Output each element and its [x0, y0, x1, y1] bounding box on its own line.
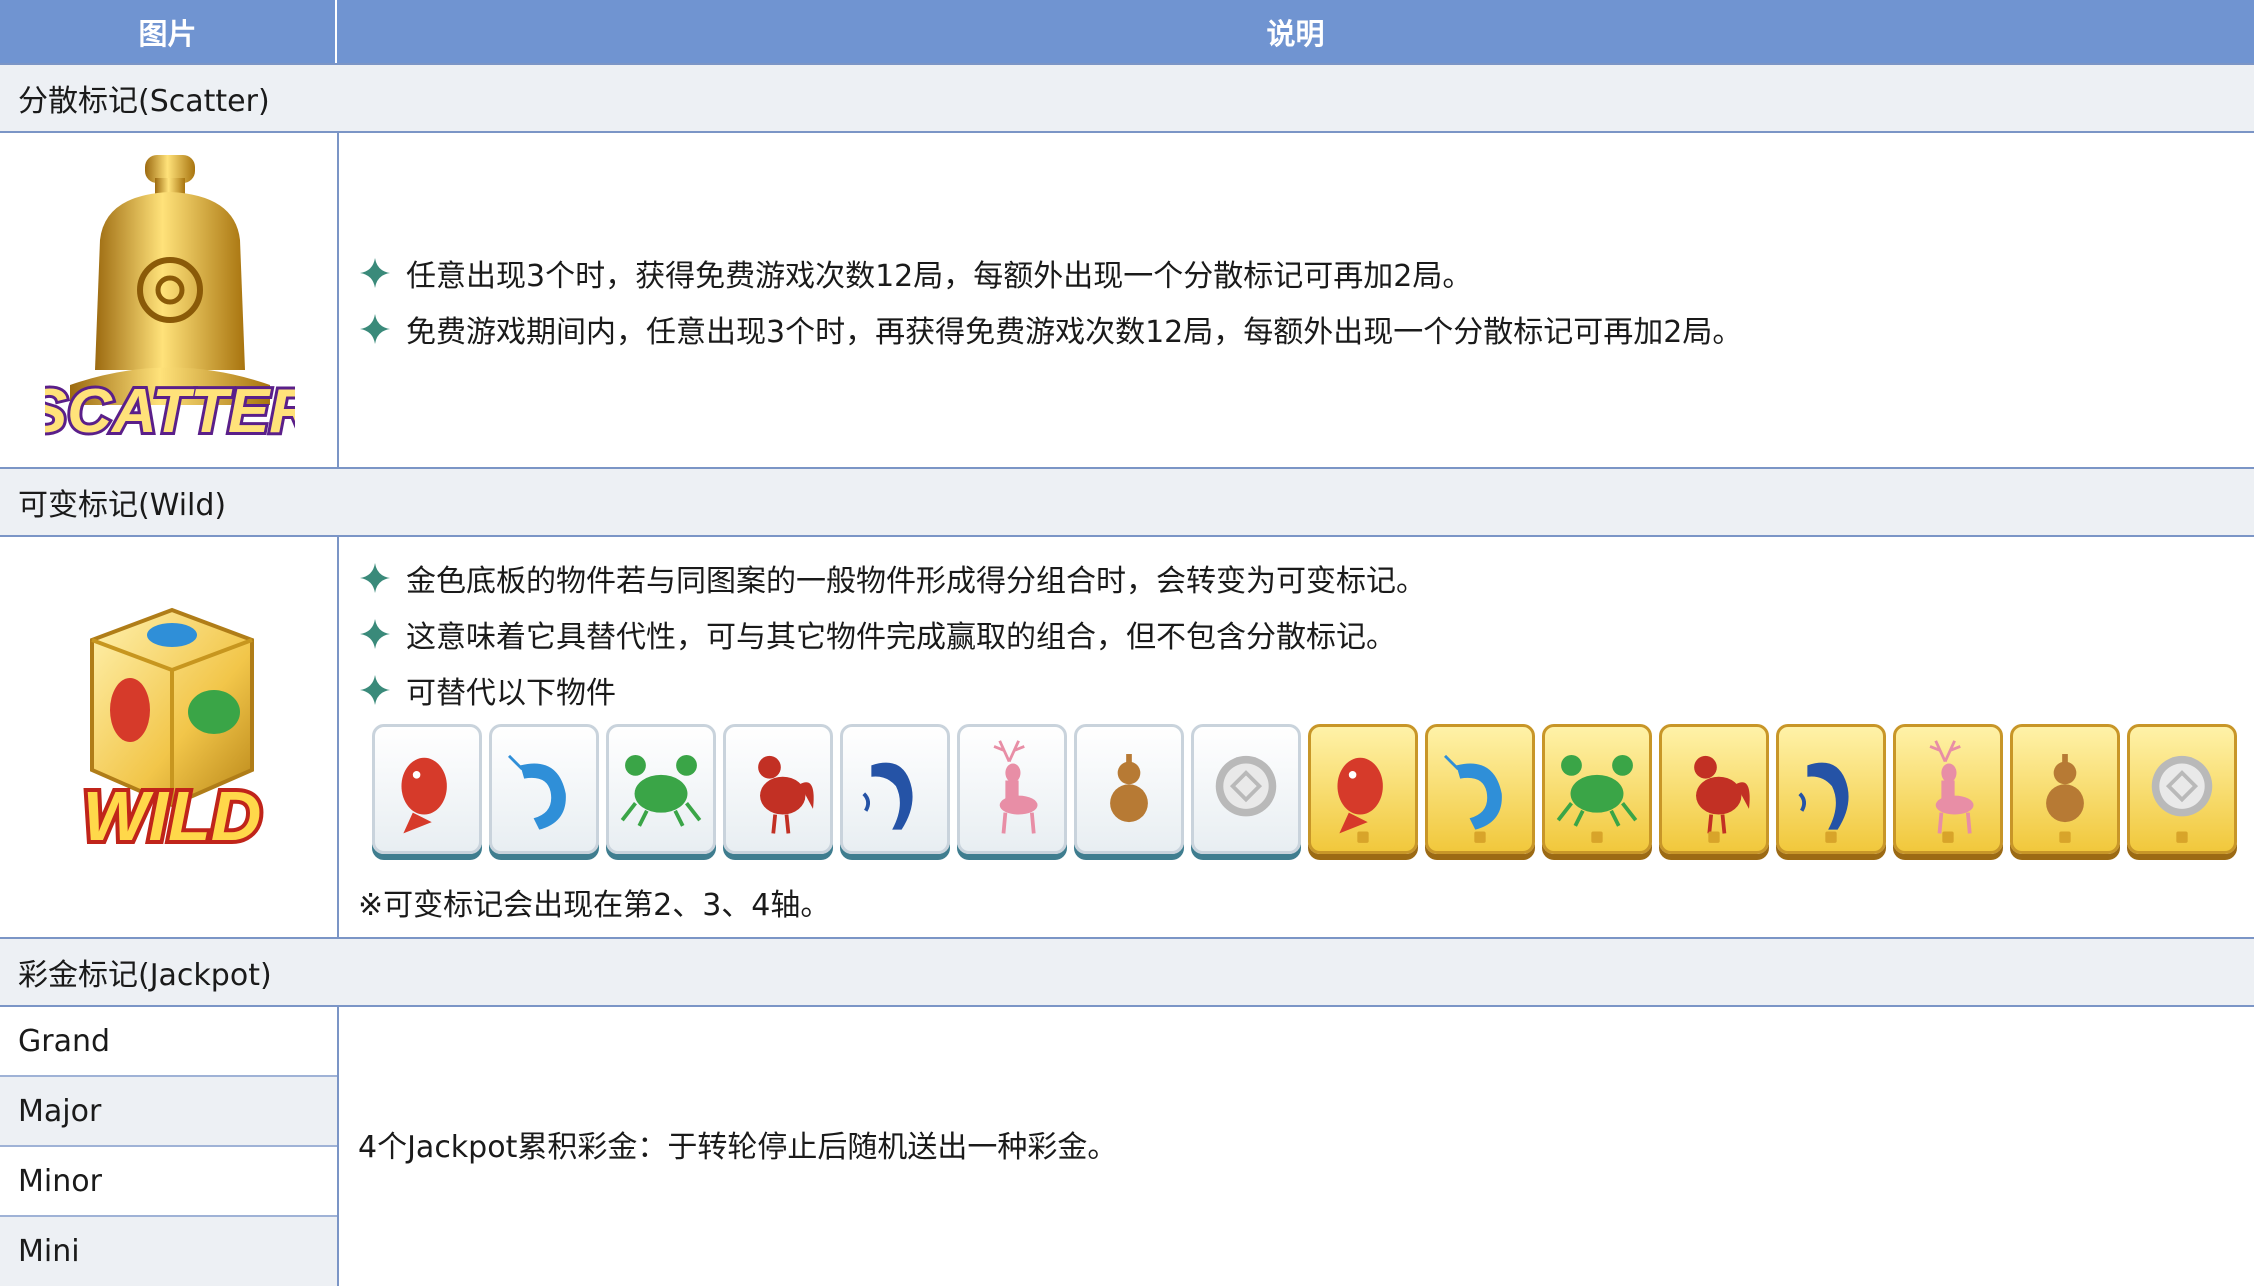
wild-dice-icon: WILD: [79, 607, 265, 859]
jackpot-level-major: Major: [0, 1077, 337, 1147]
wild-section-title: 可变标记(Wild): [0, 467, 2254, 537]
scatter-description: 任意出现3个时，获得免费游戏次数12局，每额外出现一个分散标记可再加2局。免费游…: [358, 245, 1742, 357]
column-divider: [337, 1007, 339, 1286]
scatter-icon-label: SCATTER: [45, 377, 295, 445]
tiger-icon: [1776, 724, 1886, 854]
bullet-text: 金色底板的物件若与同图案的一般物件形成得分组合时，会转变为可变标记。: [406, 564, 1426, 599]
deer-icon: [957, 724, 1067, 854]
scatter-bell-icon: SCATTER: [45, 155, 295, 445]
sparkle-bullet-icon: [360, 619, 390, 649]
bullet-text: 这意味着它具替代性，可与其它物件完成赢取的组合，但不包含分散标记。: [406, 620, 1396, 655]
jackpot-level-mini: Mini: [0, 1217, 337, 1286]
bullet-text: 任意出现3个时，获得免费游戏次数12局，每额外出现一个分散标记可再加2局。: [406, 259, 1473, 294]
bullet-line: 免费游戏期间内，任意出现3个时，再获得免费游戏次数12局，每额外出现一个分散标记…: [358, 301, 1742, 357]
column-divider: [337, 133, 339, 467]
sparkle-bullet-icon: [360, 258, 390, 288]
header-description-column: 说明: [337, 0, 2254, 63]
wild-description: 金色底板的物件若与同图案的一般物件形成得分组合时，会转变为可变标记。 这意味着它具…: [358, 550, 1426, 718]
wild-icon-label: WILD: [83, 777, 262, 855]
gourd-icon: [2010, 724, 2120, 854]
coin-icon: [2127, 724, 2237, 854]
bullet-text: 免费游戏期间内，任意出现3个时，再获得免费游戏次数12局，每额外出现一个分散标记…: [406, 315, 1743, 350]
gourd-icon: [1074, 724, 1184, 854]
wild-reel-note: ※可变标记会出现在第2、3、4轴。: [358, 888, 831, 923]
fish-icon: [1308, 724, 1418, 854]
jackpot-level-minor: Minor: [0, 1147, 337, 1217]
bullet-line: 这意味着它具替代性，可与其它物件完成赢取的组合，但不包含分散标记。: [358, 606, 1426, 662]
scatter-section-title: 分散标记(Scatter): [0, 63, 2254, 133]
shrimp-icon: [489, 724, 599, 854]
crab-icon: [606, 724, 716, 854]
jackpot-section-title: 彩金标记(Jackpot): [0, 937, 2254, 1007]
coin-icon: [1191, 724, 1301, 854]
fish-icon: [372, 724, 482, 854]
sparkle-bullet-icon: [360, 675, 390, 705]
bullet-line: 可替代以下物件: [358, 662, 1426, 718]
column-divider: [337, 537, 339, 937]
bullet-text: 可替代以下物件: [406, 676, 616, 711]
bullet-line: 金色底板的物件若与同图案的一般物件形成得分组合时，会转变为可变标记。: [358, 550, 1426, 606]
shrimp-icon: [1425, 724, 1535, 854]
substitute-tiles-row: [372, 724, 2237, 854]
sparkle-bullet-icon: [360, 314, 390, 344]
crab-icon: [1542, 724, 1652, 854]
rooster-icon: [1659, 724, 1769, 854]
sparkle-bullet-icon: [360, 563, 390, 593]
jackpot-description: 4个Jackpot累积彩金：于转轮停止后随机送出一种彩金。: [358, 1130, 1118, 1165]
tiger-icon: [840, 724, 950, 854]
rooster-icon: [723, 724, 833, 854]
header-image-column: 图片: [0, 0, 337, 63]
deer-icon: [1893, 724, 2003, 854]
jackpot-level-grand: Grand: [0, 1007, 337, 1077]
bullet-line: 任意出现3个时，获得免费游戏次数12局，每额外出现一个分散标记可再加2局。: [358, 245, 1742, 301]
